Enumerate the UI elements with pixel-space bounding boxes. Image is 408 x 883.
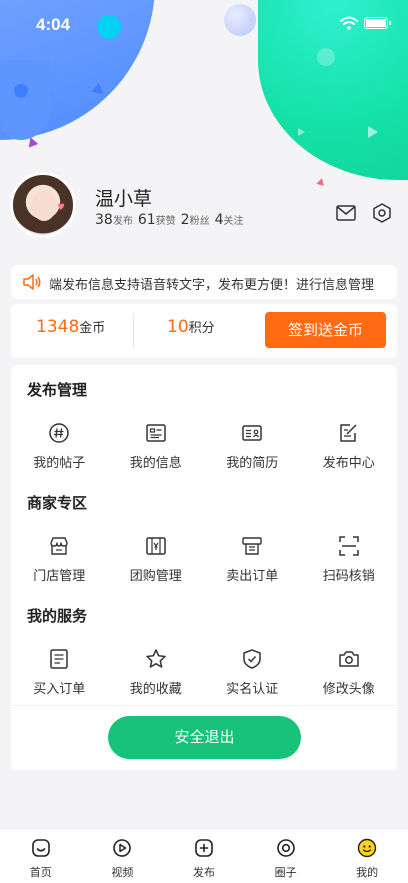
menu-label: 卖出订单 — [226, 569, 279, 584]
star-icon — [146, 649, 166, 668]
profile-header: ♥ 温小草 38发布 61获赞 2粉丝 4关注 — [0, 172, 408, 247]
tab-label: 发布 — [192, 866, 215, 879]
menu-label: 门店管理 — [33, 569, 86, 584]
menu-my-resume[interactable]: 我的简历 — [204, 422, 301, 482]
menu-store-manage[interactable]: 门店管理 — [11, 535, 108, 595]
services-grid: 买入订单 我的收藏 实名认证 修改头像 — [11, 648, 397, 708]
menu-my-info[interactable]: 我的信息 — [108, 422, 205, 482]
ring-decoration — [317, 48, 335, 66]
menu-group-buy[interactable]: 团购管理 — [108, 535, 205, 595]
tab-label: 我的 — [356, 866, 379, 879]
tab-home[interactable]: 首页 — [0, 829, 82, 883]
tab-publish[interactable]: 发布 — [163, 829, 245, 883]
stat-likes[interactable]: 61获赞 — [138, 212, 181, 228]
sold-order-icon — [242, 537, 262, 555]
store-icon — [50, 537, 68, 555]
user-name: 温小草 — [95, 188, 153, 210]
info-card-icon — [146, 424, 166, 442]
publish-grid: 我的帖子 我的信息 我的简历 发布中心 — [11, 422, 397, 482]
menu-label: 扫码核销 — [322, 569, 375, 584]
circle-icon — [276, 839, 295, 857]
tab-label: 视频 — [111, 866, 134, 879]
blue-dot-decoration — [14, 84, 28, 98]
wifi-icon — [340, 16, 358, 30]
order-list-icon — [50, 649, 68, 669]
tab-label: 圈子 — [274, 866, 297, 879]
speaker-icon — [23, 274, 41, 290]
points-bar: 1348金币 10积分 签到送金币 — [11, 304, 397, 358]
edit-icon — [340, 424, 357, 442]
menu-sold-orders[interactable]: 卖出订单 — [204, 535, 301, 595]
settings-icon[interactable] — [371, 202, 393, 224]
user-stats: 38发布 61获赞 2粉丝 4关注 — [95, 212, 249, 228]
shield-check-icon — [243, 649, 261, 669]
signin-button[interactable]: 签到送金币 — [265, 312, 386, 348]
menu-label: 我的简历 — [226, 456, 279, 471]
camera-icon — [339, 651, 359, 667]
status-time: 4:04 — [36, 15, 71, 34]
avatar[interactable]: ♥ — [10, 172, 76, 238]
menu-label: 实名认证 — [226, 682, 279, 697]
triangle-decoration — [368, 126, 378, 138]
score-display[interactable]: 10积分 — [167, 317, 215, 337]
resume-icon — [242, 425, 262, 441]
notice-bar[interactable]: 端发布信息支持语音转文字，发布更方便！进行信息管理 — [11, 265, 397, 299]
status-bar: 4:04 — [0, 0, 408, 50]
group-buy-icon — [146, 537, 166, 555]
heart-icon: ♥ — [56, 203, 65, 213]
menu-label: 买入订单 — [33, 682, 86, 697]
menu-change-avatar[interactable]: 修改头像 — [301, 648, 398, 708]
tab-video[interactable]: 视频 — [82, 829, 164, 883]
menu-favorites[interactable]: 我的收藏 — [108, 648, 205, 708]
stat-fans[interactable]: 2粉丝 — [181, 212, 215, 228]
menu-label: 修改头像 — [322, 682, 375, 697]
avatar-face — [32, 191, 56, 221]
menu-card: 发布管理 我的帖子 我的信息 我的简历 发布中心 商家专区 门店管理 团购管理 … — [11, 365, 397, 770]
menu-my-posts[interactable]: 我的帖子 — [11, 422, 108, 482]
menu-label: 团购管理 — [129, 569, 182, 584]
triangle-decoration — [91, 82, 105, 94]
mail-icon[interactable] — [335, 202, 357, 224]
section-title-services: 我的服务 — [27, 607, 88, 625]
menu-buy-orders[interactable]: 买入订单 — [11, 648, 108, 708]
triangle-decoration — [298, 128, 305, 136]
scan-icon — [339, 536, 359, 556]
menu-label: 我的收藏 — [129, 682, 182, 697]
blue-drip-decoration — [0, 60, 50, 140]
smiley-icon — [357, 838, 377, 858]
menu-real-name[interactable]: 实名认证 — [204, 648, 301, 708]
video-icon — [113, 839, 132, 857]
section-title-merchant: 商家专区 — [27, 494, 88, 512]
menu-scan-verify[interactable]: 扫码核销 — [301, 535, 398, 595]
tab-mine[interactable]: 我的 — [326, 829, 408, 883]
battery-icon — [364, 17, 391, 29]
triangle-decoration — [25, 135, 39, 148]
coins-display[interactable]: 1348金币 — [36, 317, 105, 337]
tab-label: 首页 — [29, 866, 52, 879]
hashtag-icon — [49, 423, 69, 443]
stat-posts[interactable]: 38发布 — [95, 212, 138, 228]
tab-circle[interactable]: 圈子 — [245, 829, 327, 883]
status-icons — [340, 16, 391, 30]
notice-text: 端发布信息支持语音转文字，发布更方便！进行信息管理 — [49, 278, 375, 293]
divider — [133, 314, 134, 348]
menu-label: 我的信息 — [129, 456, 182, 471]
section-title-publish: 发布管理 — [27, 381, 88, 399]
home-icon — [31, 839, 50, 857]
divider — [11, 705, 397, 706]
add-icon — [195, 839, 213, 857]
stat-following[interactable]: 4关注 — [215, 212, 249, 228]
merchant-grid: 门店管理 团购管理 卖出订单 扫码核销 — [11, 535, 397, 595]
menu-label: 我的帖子 — [33, 456, 86, 471]
bottom-tab-bar: 首页 视频 发布 圈子 我的 — [0, 828, 408, 883]
logout-button[interactable]: 安全退出 — [108, 716, 301, 759]
menu-publish-center[interactable]: 发布中心 — [301, 422, 398, 482]
menu-label: 发布中心 — [322, 456, 375, 471]
